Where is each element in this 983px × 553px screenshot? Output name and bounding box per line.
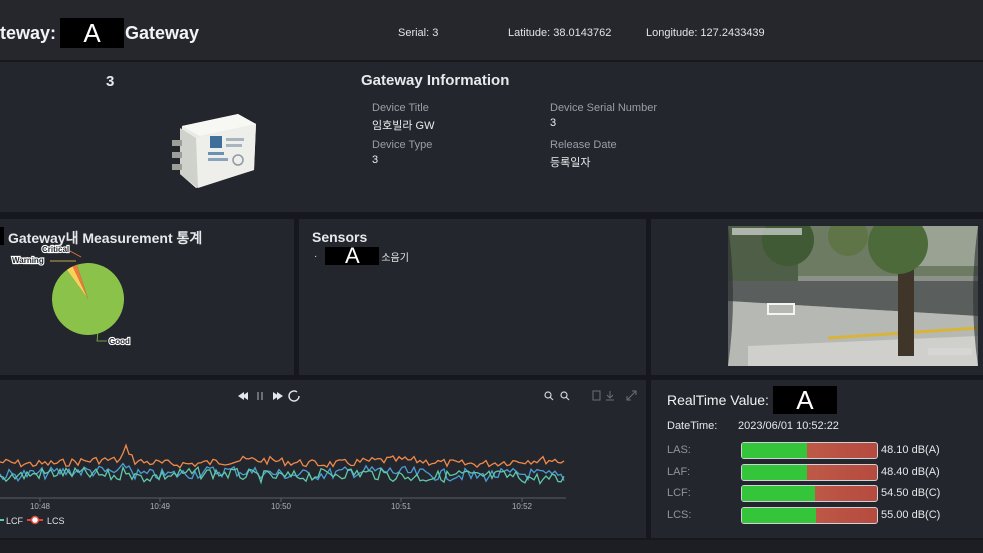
trend-chart-panel: 10:48 10:49 10:50 10:51 10:52 LCF LCS (0, 380, 646, 538)
pie-label-good: Good (109, 337, 130, 346)
sensor-type-label: 소음기 (381, 252, 409, 264)
gateway-number: 3 (106, 73, 115, 90)
device-type-label: Device Type (372, 139, 433, 151)
x-tick-label: 10:52 (512, 502, 533, 511)
download-icon[interactable] (606, 391, 614, 401)
bottom-strip (0, 540, 983, 553)
level-fill-lcf (742, 486, 815, 501)
sensors-panel: Sensors · A 소음기 (299, 219, 646, 375)
serial-readout: Serial: 3 (398, 27, 439, 39)
x-tick-label: 10:50 (271, 502, 292, 511)
level-value-lcf: 54.50 dB(C) (881, 487, 941, 499)
level-fill-laf (742, 465, 807, 480)
sensor-list-item[interactable]: · A 소음기 (314, 245, 409, 267)
legend-label-lcs[interactable]: LCS (47, 516, 65, 526)
measurement-pie-chart: Critical Warning Good (11, 244, 131, 347)
datetime-value: 2023/06/01 10:52:22 (738, 420, 839, 432)
legend-label-lcf[interactable]: LCF (6, 516, 24, 526)
gateway-info-panel: 3 Gateway Information Device Title 임호빌라 … (0, 62, 983, 212)
header-bar: teway: A Gateway Serial: 3 Latitude: 38.… (0, 0, 983, 60)
level-value-lcs: 55.00 dB(C) (881, 509, 941, 521)
gateway-title: teway: A Gateway (0, 18, 199, 48)
device-serial-value: 3 (550, 117, 557, 129)
level-value-las: 48.10 dB(A) (881, 444, 940, 456)
camera-feed-image (728, 226, 978, 366)
level-bar-laf (741, 464, 878, 481)
realtime-title-text: RealTime Value: (667, 392, 769, 408)
level-bar-lcs (741, 507, 878, 524)
x-tick-label: 10:49 (150, 502, 171, 511)
level-label-las: LAS: (667, 444, 691, 456)
redacted-sensor-name: A (325, 245, 380, 267)
pie-slice-good[interactable] (52, 262, 125, 335)
zoom-out-handle (565, 396, 570, 401)
pie-label-critical: Critical (42, 245, 69, 254)
camera-panel (651, 219, 983, 375)
zoom-in-handle (549, 396, 554, 401)
level-value-laf: 48.40 dB(A) (881, 466, 940, 478)
level-label-laf: LAF: (667, 466, 691, 478)
device-type-value: 3 (372, 154, 379, 166)
x-tick-label: 10:48 (30, 502, 51, 511)
level-bar-las (741, 442, 878, 459)
pie-leader-critical (69, 250, 82, 258)
datetime-label: DateTime: (667, 420, 718, 432)
chart-legend: LCF LCS (0, 515, 65, 526)
realtime-value-panel: RealTime Value: A DateTime: 2023/06/01 1… (651, 380, 983, 538)
device-serial-label: Device Serial Number (550, 102, 657, 114)
gateway-info-title: Gateway Information (361, 72, 510, 89)
document-icon[interactable] (592, 390, 601, 401)
x-tick-label: 10:51 (391, 502, 412, 511)
sensor-bullet: · (314, 250, 318, 262)
legend-marker-lcs (30, 515, 40, 525)
realtime-title: RealTime Value: A (667, 386, 837, 414)
pie-label-warning: Warning (12, 256, 44, 265)
release-date-value: 등록일자 (550, 157, 591, 169)
release-date-label: Release Date (550, 139, 617, 151)
gateway-title-prefix: teway: (0, 22, 57, 43)
measurement-stats-panel: Gateway내 Measurement 통계 Critical Warning… (0, 219, 294, 375)
chart-toolbar (238, 390, 637, 402)
trend-line-chart: 10:48 10:49 10:50 10:51 10:52 LCF LCS (0, 390, 637, 526)
redacted-name: A (60, 18, 125, 48)
pause-icon[interactable] (257, 392, 259, 400)
level-label-lcf: LCF: (667, 487, 691, 499)
forward-icon (277, 392, 283, 400)
level-fill-las (742, 443, 807, 458)
gateway-device-image (170, 104, 262, 196)
refresh-icon[interactable] (288, 390, 300, 402)
device-title-value: 임호빌라 GW (372, 120, 435, 132)
trend-series-line (0, 443, 565, 469)
trend-series-line (0, 462, 565, 483)
expand-icon[interactable] (626, 390, 637, 401)
latitude-readout: Latitude: 38.0143762 (508, 27, 612, 39)
rewind-icon-2 (238, 392, 244, 400)
longitude-readout: Longitude: 127.2433439 (646, 27, 765, 39)
level-fill-lcs (742, 508, 817, 523)
device-title-label: Device Title (372, 102, 429, 114)
pause-icon-2 (261, 392, 263, 400)
level-bar-lcf (741, 485, 878, 502)
redacted-device-name: A (772, 386, 837, 414)
level-label-lcs: LCS: (667, 509, 692, 521)
gateway-title-suffix: Gateway (125, 22, 200, 43)
